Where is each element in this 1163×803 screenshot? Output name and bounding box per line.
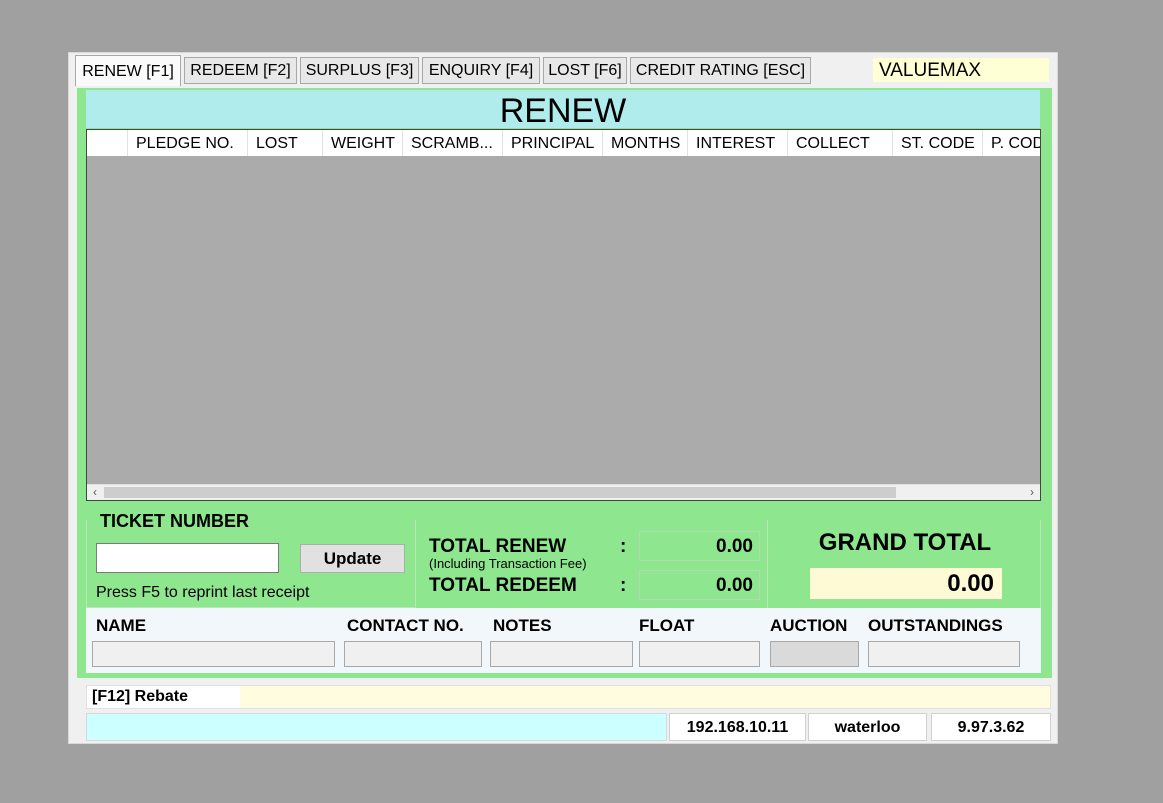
- reprint-hint: Press F5 to reprint last receipt: [96, 584, 310, 601]
- column-header-scramble[interactable]: SCRAMB...: [403, 130, 503, 156]
- status-version: 9.97.3.62: [931, 713, 1051, 741]
- tab-credit-rating[interactable]: CREDIT RATING [ESC]: [630, 57, 811, 84]
- status-ip: 192.168.10.11: [669, 713, 806, 741]
- rebate-row[interactable]: [F12] Rebate: [86, 685, 1051, 709]
- tab-lost[interactable]: LOST [F6]: [543, 57, 627, 84]
- total-redeem-colon: :: [620, 575, 627, 596]
- contact-no-field[interactable]: [344, 641, 482, 667]
- notes-field[interactable]: [490, 641, 633, 667]
- contact-no-label: CONTACT NO.: [347, 616, 464, 635]
- renew-panel: RENEW PLEDGE NO. LOST WEIGHT SCRAMB... P…: [77, 88, 1052, 678]
- column-header-weight[interactable]: WEIGHT: [323, 130, 403, 156]
- status-branch: waterloo: [808, 713, 927, 741]
- company-name: VALUEMAX: [873, 58, 1049, 82]
- column-header-months[interactable]: MONTHS: [603, 130, 688, 156]
- column-header-principal[interactable]: PRINCIPAL: [503, 130, 603, 156]
- total-redeem-value: 0.00: [639, 570, 760, 600]
- grand-total-value: 0.00: [810, 568, 1002, 599]
- status-bar: 192.168.10.11 waterloo 9.97.3.62: [86, 713, 1051, 741]
- tab-enquiry[interactable]: ENQUIRY [F4]: [422, 57, 540, 84]
- ticket-number-title: TICKET NUMBER: [98, 510, 251, 532]
- column-header-select[interactable]: [87, 130, 128, 156]
- total-renew-value: 0.00: [639, 531, 760, 561]
- tab-surplus[interactable]: SURPLUS [F3]: [300, 57, 419, 84]
- column-header-pledge-no[interactable]: PLEDGE NO.: [128, 130, 248, 156]
- update-button[interactable]: Update: [300, 544, 405, 573]
- column-header-collect[interactable]: COLLECT: [788, 130, 893, 156]
- scrollbar-thumb[interactable]: [104, 487, 896, 498]
- total-renew-colon: :: [620, 536, 627, 557]
- ticket-number-input[interactable]: [96, 543, 279, 573]
- grid-header: PLEDGE NO. LOST WEIGHT SCRAMB... PRINCIP…: [87, 130, 1040, 156]
- tab-renew[interactable]: RENEW [F1]: [75, 55, 181, 86]
- pledge-grid[interactable]: PLEDGE NO. LOST WEIGHT SCRAMB... PRINCIP…: [86, 129, 1041, 501]
- float-field[interactable]: [639, 641, 760, 667]
- tab-redeem[interactable]: REDEEM [F2]: [184, 57, 297, 84]
- horizontal-scrollbar[interactable]: ‹ ›: [87, 484, 1040, 500]
- auction-label: AUCTION: [770, 616, 848, 635]
- total-redeem-label: TOTAL REDEEM: [429, 575, 577, 596]
- total-renew-label: TOTAL RENEW: [429, 536, 567, 557]
- auction-field[interactable]: [770, 641, 859, 667]
- chevron-left-icon[interactable]: ‹: [87, 485, 103, 500]
- chevron-right-icon[interactable]: ›: [1024, 485, 1040, 500]
- total-renew-subtitle: (Including Transaction Fee): [429, 556, 587, 571]
- name-field[interactable]: [92, 641, 335, 667]
- customer-panel: NAME CONTACT NO. NOTES FLOAT AUCTION OUT…: [86, 608, 1041, 673]
- notes-label: NOTES: [493, 616, 552, 635]
- column-header-interest[interactable]: INTEREST: [688, 130, 788, 156]
- column-header-p-code[interactable]: P. COD: [983, 130, 1040, 156]
- rebate-label[interactable]: [F12] Rebate: [87, 686, 240, 708]
- float-label: FLOAT: [639, 616, 695, 635]
- status-message: [86, 713, 667, 741]
- grand-total-title: GRAND TOTAL: [818, 529, 992, 556]
- outstandings-label: OUTSTANDINGS: [868, 616, 1003, 635]
- app-window: RENEW [F1] REDEEM [F2] SURPLUS [F3] ENQU…: [68, 52, 1058, 744]
- name-label: NAME: [96, 616, 147, 635]
- column-header-st-code[interactable]: ST. CODE: [893, 130, 983, 156]
- outstandings-field[interactable]: [868, 641, 1020, 667]
- column-header-lost[interactable]: LOST: [248, 130, 323, 156]
- page-title: RENEW: [86, 90, 1040, 130]
